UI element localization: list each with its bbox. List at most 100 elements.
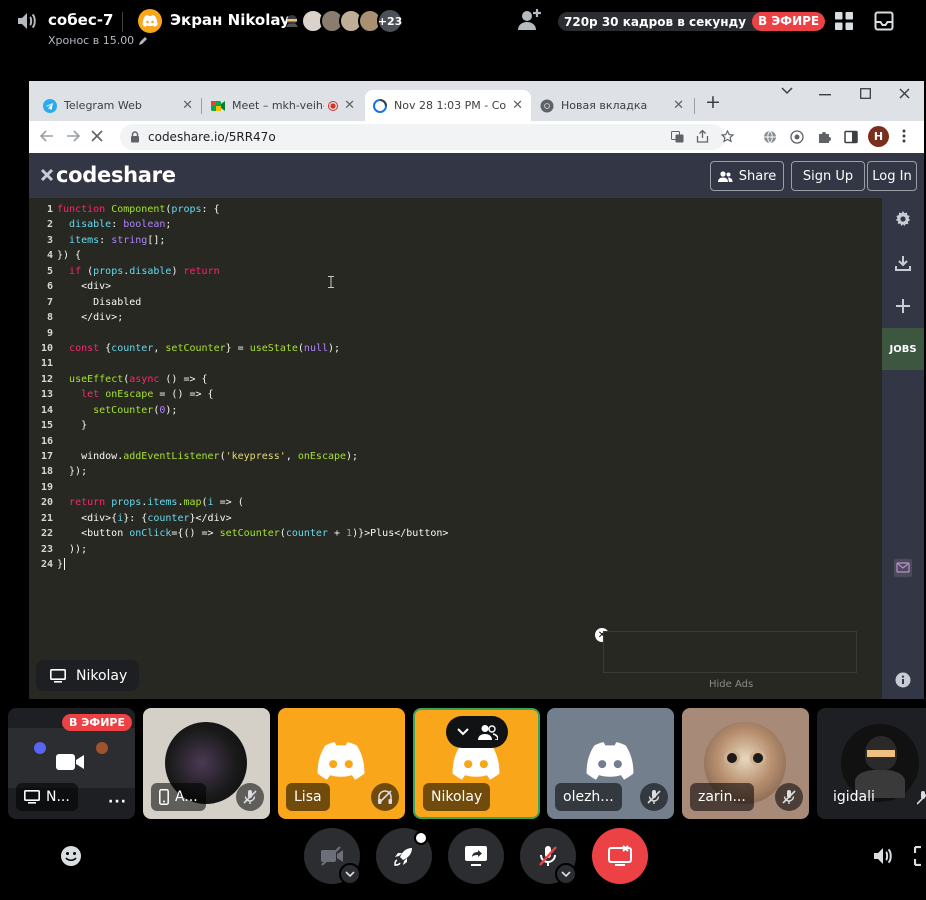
codeshare-logo-text: codeshare bbox=[56, 163, 176, 187]
tab-meet[interactable]: Meet – mkh-veih-x ✕ bbox=[203, 90, 363, 121]
settings-gear-icon[interactable] bbox=[882, 198, 924, 240]
address-bar[interactable]: codeshare.io/5RR47o bbox=[120, 124, 734, 150]
share-page-icon[interactable] bbox=[696, 130, 709, 143]
minimize-icon[interactable] bbox=[819, 94, 831, 96]
participant-tile[interactable]: Lisa bbox=[278, 708, 405, 819]
tile-name-label: N... bbox=[16, 783, 78, 811]
grid-layout-icon[interactable] bbox=[834, 11, 854, 31]
tile-options-popover[interactable] bbox=[446, 716, 508, 748]
code-line[interactable]: }); bbox=[57, 464, 448, 479]
close-icon[interactable]: ✕ bbox=[344, 98, 355, 113]
add-user-icon[interactable] bbox=[518, 8, 542, 30]
tab-codeshare[interactable]: Nov 28 1:03 PM - Code ✕ bbox=[365, 90, 531, 121]
code-line[interactable] bbox=[57, 480, 448, 495]
extension-globe-icon[interactable] bbox=[763, 130, 777, 144]
extension-vpn-icon[interactable] bbox=[790, 130, 804, 144]
new-tab-button[interactable]: + bbox=[705, 91, 721, 113]
code-line[interactable]: window.addEventListener('keypress', onEs… bbox=[57, 449, 448, 464]
code-line[interactable]: } bbox=[57, 557, 448, 572]
fullscreen-icon[interactable] bbox=[914, 846, 926, 866]
codeshare-side-rail: JOBS bbox=[882, 198, 924, 699]
code-line[interactable]: <div> bbox=[57, 279, 448, 294]
code-line[interactable]: items: string[]; bbox=[57, 233, 448, 248]
camera-icon[interactable] bbox=[56, 752, 84, 772]
code-line[interactable]: return props.items.map(i => ( bbox=[57, 495, 448, 510]
hide-ads-link[interactable]: Hide Ads bbox=[709, 679, 753, 690]
viewer-more-count[interactable]: +23 bbox=[377, 8, 403, 34]
download-icon[interactable] bbox=[882, 242, 924, 284]
browser-menu-icon[interactable] bbox=[902, 129, 906, 143]
code-content[interactable]: function Component(props: { disable: boo… bbox=[57, 202, 448, 573]
code-line[interactable]: let onEscape = () => { bbox=[57, 387, 448, 402]
code-line[interactable] bbox=[57, 356, 448, 371]
participant-tile-speaking[interactable]: Nikolay bbox=[413, 708, 540, 819]
log-in-button[interactable]: Log In bbox=[867, 161, 917, 191]
stop-loading-icon[interactable] bbox=[91, 130, 103, 142]
code-line[interactable] bbox=[57, 434, 448, 449]
tile-name-label: Lisa bbox=[286, 783, 330, 811]
mic-options-caret[interactable] bbox=[555, 863, 577, 885]
code-line[interactable]: const {counter, setCounter} = useState(n… bbox=[57, 341, 448, 356]
participant-tile-stream[interactable]: В ЭФИРЕ N... ··· bbox=[8, 708, 135, 819]
code-line[interactable]: Disabled bbox=[57, 295, 448, 310]
info-icon[interactable] bbox=[882, 659, 924, 699]
tab-new-tab[interactable]: Новая вкладка ✕ bbox=[532, 90, 692, 121]
codeshare-logo[interactable]: codeshare bbox=[40, 163, 176, 187]
code-line[interactable]: function Component(props: { bbox=[57, 202, 448, 217]
cat-eye bbox=[724, 750, 740, 766]
new-code-plus-icon[interactable] bbox=[882, 285, 924, 327]
extensions-puzzle-icon[interactable] bbox=[817, 130, 831, 144]
translate-icon[interactable] bbox=[671, 131, 684, 143]
code-line[interactable]: }) { bbox=[57, 248, 448, 263]
tab-search-icon[interactable] bbox=[781, 87, 793, 95]
mic-muted-icon bbox=[537, 844, 559, 868]
camera-options-caret[interactable] bbox=[339, 863, 361, 885]
tile-name-label: Nikolay bbox=[423, 783, 491, 811]
code-line[interactable]: <button onClick={() => setCounter(counte… bbox=[57, 526, 448, 541]
close-icon[interactable]: ✕ bbox=[673, 98, 684, 113]
sign-up-button[interactable]: Sign Up bbox=[791, 161, 865, 191]
code-line[interactable]: useEffect(async () => { bbox=[57, 372, 448, 387]
code-line[interactable]: disable: boolean; bbox=[57, 217, 448, 232]
profile-avatar[interactable]: H bbox=[868, 126, 889, 147]
tab-telegram[interactable]: Telegram Web ✕ bbox=[35, 90, 201, 121]
popout-icon[interactable] bbox=[874, 11, 894, 31]
code-line[interactable]: if (props.disable) return bbox=[57, 264, 448, 279]
channel-status[interactable]: Хронос в 15.00 bbox=[48, 34, 148, 47]
participant-tile[interactable]: zarin... bbox=[682, 708, 809, 819]
chevron-down-icon[interactable] bbox=[456, 728, 469, 736]
more-options-icon[interactable]: ··· bbox=[108, 794, 127, 810]
code-line[interactable]: <div>{i}: {counter}</div> bbox=[57, 511, 448, 526]
code-line[interactable]: setCounter(0); bbox=[57, 403, 448, 418]
email-icon[interactable] bbox=[882, 547, 924, 589]
share-button[interactable]: Share bbox=[710, 161, 784, 191]
lock-icon[interactable] bbox=[130, 131, 140, 143]
jobs-link[interactable]: JOBS bbox=[882, 328, 924, 370]
code-line[interactable]: )); bbox=[57, 542, 448, 557]
close-window-icon[interactable] bbox=[899, 88, 910, 99]
code-line[interactable] bbox=[57, 326, 448, 341]
leave-call-button[interactable] bbox=[592, 828, 648, 884]
screen-share-button[interactable] bbox=[448, 828, 504, 884]
forward-icon[interactable] bbox=[66, 130, 80, 142]
shared-screen-browser[interactable]: Telegram Web ✕ Meet – mkh-veih-x ✕ Nov 2… bbox=[29, 81, 924, 699]
user-group-icon[interactable] bbox=[477, 724, 498, 740]
viewer-avatars[interactable]: +23 bbox=[282, 8, 403, 34]
emoji-reaction-icon[interactable] bbox=[60, 845, 82, 867]
participant-tile[interactable]: igidali bbox=[817, 708, 926, 819]
bookmark-star-icon[interactable] bbox=[721, 130, 734, 143]
participant-tile[interactable]: A... bbox=[143, 708, 270, 819]
close-icon[interactable]: ✕ bbox=[512, 98, 523, 113]
pencil-icon[interactable] bbox=[138, 36, 148, 46]
close-icon[interactable]: ✕ bbox=[182, 98, 193, 113]
line-number: 15 bbox=[40, 420, 53, 432]
channel-name[interactable]: собес-7 bbox=[48, 11, 113, 29]
volume-icon[interactable] bbox=[872, 846, 894, 866]
back-icon[interactable] bbox=[40, 130, 54, 142]
code-line[interactable]: </div>; bbox=[57, 310, 448, 325]
code-editor[interactable]: 1 2 3 4 5 6 7 8 9 10 11 12 13 14 15 16 17 18 19 20 21 22 23 24 … bbox=[29, 198, 882, 699]
maximize-icon[interactable] bbox=[860, 88, 871, 99]
code-line[interactable]: } bbox=[57, 418, 448, 433]
participant-tile[interactable]: olezh... bbox=[547, 708, 674, 819]
side-panel-icon[interactable] bbox=[844, 130, 858, 144]
